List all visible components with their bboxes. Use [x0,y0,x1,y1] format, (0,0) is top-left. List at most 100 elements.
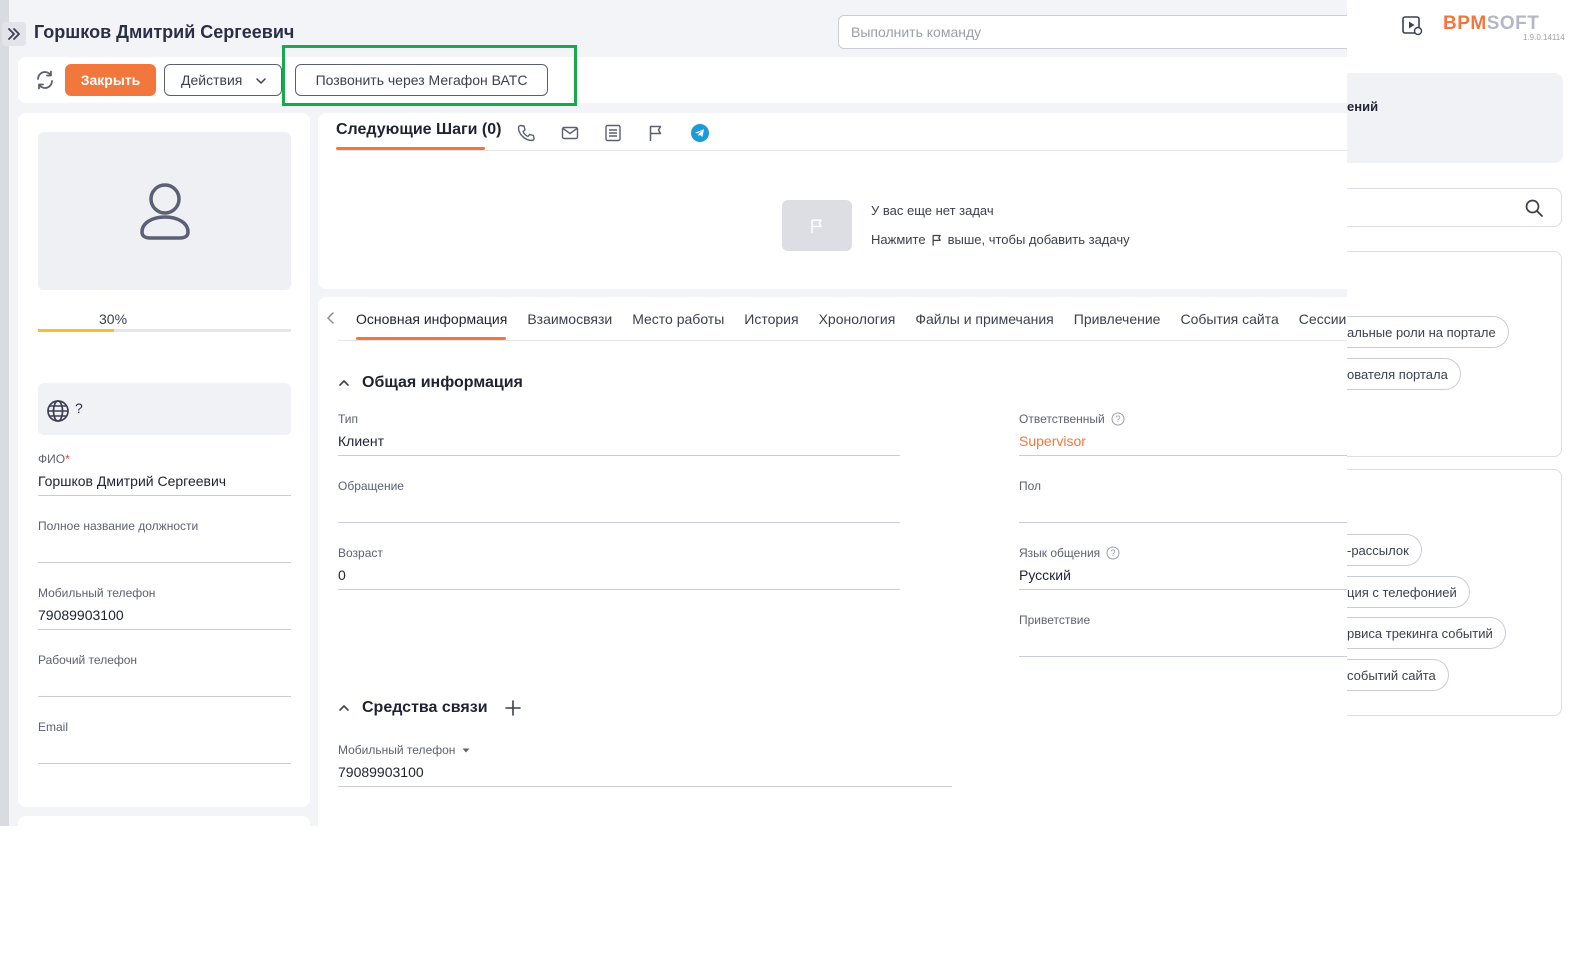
avatar[interactable] [38,132,291,290]
fio-value: Горшков Дмитрий Сергеевич [38,473,227,489]
field-underline [338,589,900,590]
tab-relations[interactable]: Взаимосвязи [527,311,612,327]
svg-text:?: ? [1111,548,1116,558]
help-icon[interactable]: ? [1106,546,1120,560]
actions-label: Действия [181,72,243,88]
tab-main-info[interactable]: Основная информация [356,311,507,327]
tab-workplace[interactable]: Место работы [632,311,724,327]
owner-value-link[interactable]: Supervisor [1019,433,1086,449]
contact-mobile-field[interactable]: Мобильный телефон 79089903100 [338,743,952,787]
call-megafon-button[interactable]: Позвонить через Мегафон ВАТС [295,64,548,96]
toolbar: Закрыть Действия Позвонить через Мегафон… [18,57,1347,103]
email-icon[interactable] [560,123,580,143]
tabs-row: Основная информация Взаимосвязи Место ра… [356,311,1346,327]
tab-files-notes[interactable]: Файлы и примечания [915,311,1053,327]
tab-site-events[interactable]: События сайта [1180,311,1278,327]
mobile-phone-field[interactable]: Мобильный телефон 79089903100 [38,586,291,630]
age-label: Возраст [338,546,383,560]
email-field[interactable]: Email [38,720,291,764]
general-info-header[interactable]: Общая информация [338,374,523,392]
field-underline [1019,522,1347,523]
job-title-field[interactable]: Полное название должности [38,519,291,563]
event-tracking-chip[interactable]: рвиса трекинга событий [1347,617,1506,649]
salutation-label: Обращение [338,479,404,493]
language-field[interactable]: Язык общения ? Русский [1019,546,1347,590]
tab-history[interactable]: История [744,311,798,327]
language-value: Русский [1019,567,1071,583]
general-info-title: Общая информация [362,374,523,391]
site-events-chip[interactable]: событий сайта [1347,659,1449,691]
communication-header[interactable]: Средства связи [338,699,522,717]
caret-down-icon[interactable] [461,745,471,755]
mobile-phone-label: Мобильный телефон [38,586,156,600]
telephony-chip[interactable]: ция с телефонией [1347,576,1470,608]
user-avatar-icon [139,183,190,240]
phone-icon[interactable] [516,123,536,143]
empty-tasks-title: У вас еще нет задач [871,203,994,218]
divider [338,340,1347,341]
version-label: 1.9.0.14114 [1523,33,1565,42]
contact-mobile-label-row[interactable]: Мобильный телефон [338,743,952,757]
field-underline [38,495,291,496]
empty-tasks-hint: Нажмите выше, чтобы добавить задачу [871,232,1130,247]
portal-roles-chip[interactable]: альные роли на портале [1347,316,1509,348]
timezone-value: ? [75,400,83,416]
expand-sidebar-button[interactable] [2,22,26,46]
field-underline [338,522,900,523]
flag-icon[interactable] [646,123,666,143]
chevron-up-icon[interactable] [338,702,350,714]
empty-hint-before: Нажмите [871,232,926,247]
salutation-field[interactable]: Обращение [338,479,900,523]
tab-engagement[interactable]: Привлечение [1074,311,1161,327]
contact-mobile-value: 79089903100 [338,764,424,780]
timezone-box[interactable]: ? [38,383,291,435]
portal-user-chip[interactable]: ователя портала [1347,358,1461,390]
chevron-up-icon[interactable] [338,377,350,389]
field-underline [1019,656,1347,657]
owner-field[interactable]: Ответственный ? Supervisor [1019,412,1347,456]
chevron-left-icon[interactable] [324,311,338,325]
work-phone-field[interactable]: Рабочий телефон [38,653,291,697]
contact-mobile-label: Мобильный телефон [338,743,456,757]
actions-dropdown-button[interactable]: Действия [164,64,282,96]
fio-field[interactable]: ФИО* Горшков Дмитрий Сергеевич [38,452,291,496]
right-panel-header-card [1347,73,1563,163]
plus-icon[interactable] [504,699,522,717]
field-underline [38,562,291,563]
help-icon[interactable]: ? [1111,412,1125,426]
right-panel-box-portal [1347,251,1562,457]
refresh-icon[interactable] [34,69,56,91]
flag-icon [932,234,941,246]
greeting-field[interactable]: Приветствие [1019,613,1347,657]
type-field[interactable]: Тип Клиент [338,412,900,456]
divider [336,150,1347,151]
owner-label-row: Ответственный ? [1019,412,1347,426]
tab-sessions[interactable]: Сесcии [1299,311,1347,327]
search-icon[interactable] [1524,198,1544,218]
field-underline [38,629,291,630]
globe-icon [47,400,69,422]
email-label: Email [38,720,69,734]
next-steps-card: Следующие Шаги (0) У вас еще нет задач Н… [318,113,1347,289]
logo-soft-text: SOFT [1486,13,1540,34]
work-phone-label: Рабочий телефон [38,653,138,667]
close-button[interactable]: Закрыть [65,64,156,96]
command-search-box[interactable] [838,15,1347,49]
mailing-chip[interactable]: -рассылок [1347,534,1422,566]
gender-field[interactable]: Пол [1019,479,1347,523]
job-title-label: Полное название должности [38,519,199,533]
language-label-row: Язык общения ? [1019,546,1347,560]
telegram-icon[interactable] [690,123,710,143]
communication-title: Средства связи [362,699,488,716]
type-label: Тип [338,412,359,426]
empty-tasks-illustration [782,200,852,251]
next-steps-title[interactable]: Следующие Шаги (0) [336,121,501,139]
command-input[interactable] [851,16,1331,48]
required-mark: * [65,452,70,466]
age-field[interactable]: Возраст 0 [338,546,900,590]
play-video-icon[interactable] [1401,14,1423,36]
notes-icon[interactable] [603,123,623,143]
tab-timeline[interactable]: Хронология [819,311,896,327]
field-underline [338,786,952,787]
page-title: Горшков Дмитрий Сергеевич [34,22,295,42]
